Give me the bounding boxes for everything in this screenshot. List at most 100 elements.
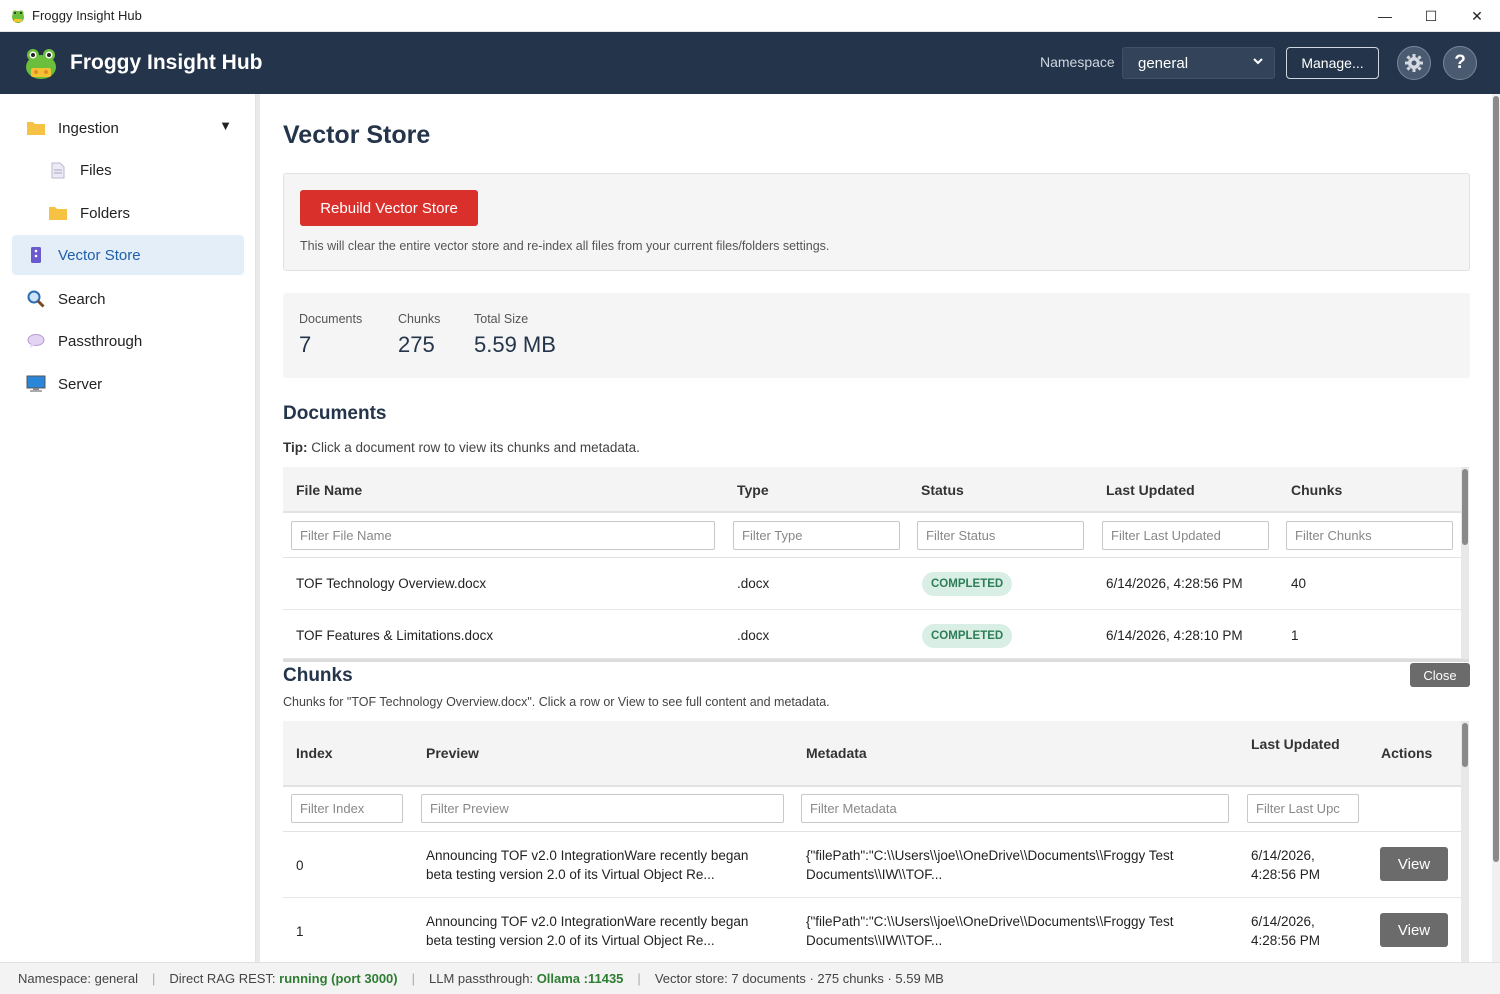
stat-label: Documents: [299, 312, 363, 326]
updated-line: 6/14/2026,: [1251, 914, 1315, 929]
file-icon: [48, 160, 68, 180]
chunks-section-title: Chunks: [283, 665, 353, 686]
chunks-scrollbar[interactable]: [1461, 721, 1469, 962]
updated-line: 4:28:56 PM: [1251, 933, 1321, 948]
cell-type: .docx: [737, 628, 770, 643]
stat-label: Total Size: [474, 312, 529, 326]
table-row[interactable]: 0 Announcing TOF v2.0 IntegrationWare re…: [283, 832, 1461, 898]
column-header-actions: Actions: [1381, 745, 1433, 761]
view-chunk-button[interactable]: View: [1380, 913, 1448, 947]
minimize-button[interactable]: —: [1362, 0, 1408, 32]
status-rag-value: running (port 3000): [279, 971, 398, 986]
preview-line: beta testing version 2.0 of its Virtual …: [426, 933, 715, 948]
chevron-down-icon: [1253, 58, 1263, 65]
sidebar-item-folders[interactable]: Folders: [12, 193, 244, 233]
documents-table: File Name Type Status Last Updated Chunk…: [283, 467, 1469, 659]
filter-type-input[interactable]: Filter Type: [733, 521, 900, 550]
sidebar-item-label: Folders: [80, 204, 131, 222]
rebuild-vector-store-button[interactable]: Rebuild Vector Store: [300, 190, 478, 226]
column-header-status[interactable]: Status: [921, 482, 964, 498]
scrollbar-thumb[interactable]: [1462, 469, 1468, 545]
column-header-metadata[interactable]: Metadata: [806, 745, 867, 761]
folder-icon: [26, 118, 46, 138]
status-separator: |: [637, 971, 641, 986]
scrollbar-thumb[interactable]: [1462, 723, 1468, 767]
metadata-line: {"filePath":"C:\\Users\\joe\\OneDrive\\D…: [806, 914, 1174, 929]
status-llm: LLM passthrough: Ollama :11435: [429, 971, 623, 986]
stat-total-size: Total Size 5.59 MB: [474, 312, 556, 358]
status-separator: |: [151, 971, 156, 986]
main-scrollbar-thumb[interactable]: [1493, 96, 1499, 862]
column-header-last-updated[interactable]: Last Updated: [1106, 482, 1195, 498]
sidebar-item-vector-store[interactable]: Vector Store: [12, 235, 244, 275]
stat-value: 7: [299, 332, 312, 357]
status-badge: COMPLETED: [922, 624, 1013, 648]
tip-label: Tip:: [283, 440, 308, 455]
filter-index-input[interactable]: Filter Index: [291, 794, 403, 823]
maximize-button[interactable]: ☐: [1408, 0, 1454, 32]
preview-line: Announcing TOF v2.0 IntegrationWare rece…: [426, 848, 749, 863]
column-header-preview[interactable]: Preview: [426, 745, 479, 761]
search-icon: [26, 289, 46, 309]
table-row[interactable]: TOF Technology Overview.docx .docx COMPL…: [283, 558, 1461, 610]
metadata-line: Documents\\IW\\TOF...: [806, 867, 943, 882]
status-llm-label: LLM passthrough:: [429, 971, 537, 986]
status-rag: Direct RAG REST: running (port 3000): [169, 971, 397, 986]
status-rag-label: Direct RAG REST:: [169, 971, 280, 986]
sidebar: Ingestion ▼ Files Folders Vector Store S…: [0, 94, 256, 962]
sidebar-item-ingestion[interactable]: Ingestion ▼: [12, 108, 244, 148]
tip-text: Tip: Click a document row to view its ch…: [283, 440, 640, 455]
cell-metadata: {"filePath":"C:\\Users\\joe\\OneDrive\\D…: [806, 846, 1174, 884]
filter-chunks-input[interactable]: Filter Chunks: [1286, 521, 1453, 550]
filter-file-name-input[interactable]: Filter File Name: [291, 521, 715, 550]
cell-index: 1: [296, 924, 304, 939]
view-chunk-button[interactable]: View: [1380, 847, 1448, 881]
caret-down-icon[interactable]: ▼: [219, 118, 232, 133]
cell-chunks: 1: [1291, 628, 1299, 643]
filter-metadata-input[interactable]: Filter Metadata: [801, 794, 1229, 823]
page-title: Vector Store: [283, 121, 431, 149]
sidebar-item-label: Vector Store: [58, 246, 141, 264]
namespace-value: general: [1138, 55, 1189, 72]
column-header-file-name[interactable]: File Name: [296, 482, 362, 498]
namespace-select[interactable]: general: [1122, 47, 1275, 79]
column-header-type[interactable]: Type: [737, 482, 769, 498]
sidebar-item-passthrough[interactable]: Passthrough: [12, 321, 244, 361]
filter-status-input[interactable]: Filter Status: [917, 521, 1084, 550]
sidebar-item-files[interactable]: Files: [12, 150, 244, 190]
tip-body: Click a document row to view its chunks …: [307, 440, 640, 455]
stat-value: 5.59 MB: [474, 332, 556, 357]
cell-preview: Announcing TOF v2.0 IntegrationWare rece…: [426, 912, 748, 950]
frog-logo-icon: [26, 49, 56, 79]
column-header-chunks[interactable]: Chunks: [1291, 482, 1342, 498]
main-content: Vector Store Rebuild Vector Store This w…: [260, 94, 1492, 962]
close-window-button[interactable]: ✕: [1454, 0, 1500, 32]
filter-last-updated-input[interactable]: Filter Last Updated: [1102, 521, 1269, 550]
sidebar-item-label: Server: [58, 375, 103, 393]
column-header-index[interactable]: Index: [296, 745, 333, 761]
cell-last-updated: 6/14/2026, 4:28:10 PM: [1106, 628, 1243, 643]
filter-preview-input[interactable]: Filter Preview: [421, 794, 784, 823]
cell-file-name: TOF Features & Limitations.docx: [296, 628, 494, 643]
monitor-icon: [26, 374, 46, 394]
table-row[interactable]: TOF Features & Limitations.docx .docx CO…: [283, 610, 1461, 659]
column-header-last-updated[interactable]: Last Updated: [1251, 736, 1340, 752]
status-bar: Namespace: general | Direct RAG REST: ru…: [0, 962, 1500, 994]
sidebar-item-search[interactable]: Search: [12, 279, 244, 319]
table-row[interactable]: 1 Announcing TOF v2.0 IntegrationWare re…: [283, 898, 1461, 962]
metadata-line: {"filePath":"C:\\Users\\joe\\OneDrive\\D…: [806, 848, 1174, 863]
stat-value: 275: [398, 332, 435, 357]
help-button[interactable]: ?: [1443, 46, 1477, 80]
manage-namespace-button[interactable]: Manage...: [1286, 47, 1379, 79]
stat-chunks: Chunks 275: [398, 312, 440, 358]
filter-last-updated-input[interactable]: Filter Last Upc: [1247, 794, 1359, 823]
documents-section-title: Documents: [283, 403, 387, 424]
sidebar-item-label: Passthrough: [58, 332, 143, 350]
settings-button[interactable]: [1397, 46, 1431, 80]
close-chunks-button[interactable]: Close: [1410, 663, 1470, 687]
cell-last-updated: 6/14/2026, 4:28:56 PM: [1251, 846, 1320, 884]
stats-card: Documents 7 Chunks 275 Total Size 5.59 M…: [283, 293, 1470, 378]
rebuild-card: Rebuild Vector Store This will clear the…: [283, 173, 1470, 271]
sidebar-item-server[interactable]: Server: [12, 364, 244, 404]
documents-scrollbar[interactable]: [1461, 467, 1469, 659]
